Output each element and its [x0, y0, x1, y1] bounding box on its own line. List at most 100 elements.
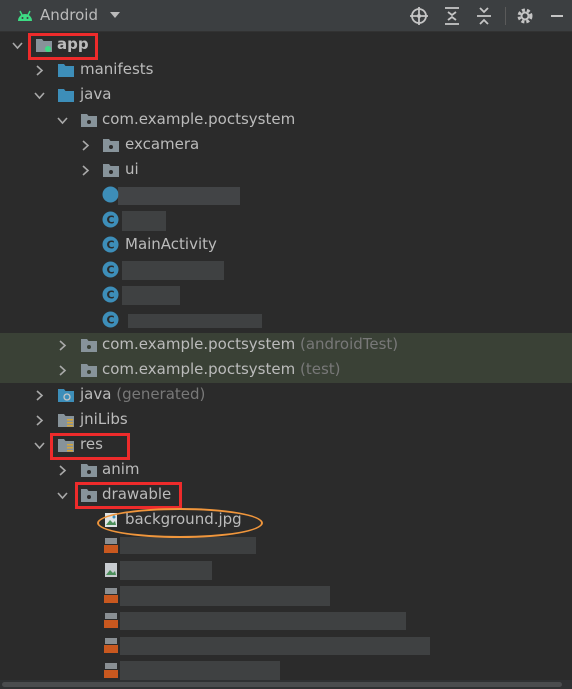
chevron-right-icon[interactable]: [57, 365, 68, 376]
annotation-box-drawable: [75, 482, 182, 509]
package-icon: [81, 114, 97, 127]
scrollbar-thumb[interactable]: [2, 682, 562, 687]
chevron-right-icon[interactable]: [34, 65, 45, 76]
tree-item-package-main[interactable]: com.example.poctsystem: [0, 108, 572, 133]
class-icon: C: [102, 236, 119, 253]
xml-file-icon: [104, 613, 118, 628]
tree-item-file-redacted[interactable]: [0, 533, 572, 558]
redacted-label: [120, 637, 430, 655]
toolbar-separator: [505, 7, 506, 25]
chevron-down-icon[interactable]: [57, 490, 68, 501]
tree-item-java[interactable]: java: [0, 83, 572, 108]
tree-item-file-redacted[interactable]: [0, 608, 572, 633]
tree-item-anim[interactable]: anim: [0, 458, 572, 483]
view-selector-label[interactable]: Android: [40, 6, 98, 24]
tree-item-label: MainActivity: [125, 235, 217, 253]
tree-item-background-jpg[interactable]: background.jpg: [0, 508, 572, 533]
tree-item-class-redacted[interactable]: [0, 183, 572, 208]
tree-item-class-redacted[interactable]: C: [0, 308, 572, 333]
tree-item-class-redacted[interactable]: C: [0, 258, 572, 283]
horizontal-scrollbar[interactable]: [0, 680, 572, 689]
folder-icon: [58, 89, 74, 102]
class-icon: C: [102, 286, 119, 303]
class-icon: C: [102, 311, 119, 328]
annotation-oval-background: [97, 508, 263, 538]
collapse-all-icon[interactable]: [474, 6, 494, 26]
tree-item-file-redacted[interactable]: [0, 558, 572, 583]
svg-text:C: C: [106, 239, 114, 252]
tree-item-label: excamera: [125, 135, 200, 153]
tree-item-label: com.example.poctsystem (test): [102, 360, 341, 378]
redacted-label: [120, 537, 256, 554]
tree-item-label: jniLibs: [80, 410, 128, 428]
tree-item-java-generated[interactable]: java (generated): [0, 383, 572, 408]
svg-text:C: C: [106, 264, 114, 277]
expand-all-icon[interactable]: [442, 6, 462, 26]
redacted-label: [128, 314, 262, 328]
tree-item-suffix: (androidTest): [299, 335, 399, 353]
chevron-right-icon[interactable]: [57, 340, 68, 351]
tree-item-suffix: (test): [299, 360, 341, 378]
redacted-label: [118, 187, 240, 205]
annotation-box-app: [28, 33, 98, 60]
redacted-label: [120, 661, 280, 680]
class-icon: C: [102, 211, 119, 228]
caret-down-icon[interactable]: [109, 9, 121, 21]
tree-item-label: ui: [125, 160, 139, 178]
tree-item-label: manifests: [80, 60, 154, 78]
tree-item-label: com.example.poctsystem: [102, 110, 296, 128]
gear-icon[interactable]: [515, 6, 535, 26]
chevron-down-icon[interactable]: [57, 115, 68, 126]
folder-icon: [58, 64, 74, 77]
redacted-label: [122, 211, 166, 231]
tree-item-label: com.example.poctsystem (androidTest): [102, 335, 399, 353]
tree-item-package-android-test[interactable]: com.example.poctsystem (androidTest): [0, 333, 572, 358]
tree-item-label: java: [80, 85, 112, 103]
chevron-right-icon[interactable]: [80, 165, 91, 176]
project-toolbar: Android: [0, 0, 572, 32]
redacted-label: [122, 261, 224, 280]
resource-folder-icon: [58, 414, 74, 427]
redacted-label: [120, 586, 330, 606]
tree-item-jnilibs[interactable]: jniLibs: [0, 408, 572, 433]
tree-item-ui[interactable]: ui: [0, 158, 572, 183]
chevron-right-icon[interactable]: [34, 390, 45, 401]
redacted-label: [120, 612, 406, 630]
class-icon: [102, 186, 119, 203]
tree-item-file-redacted[interactable]: [0, 583, 572, 608]
chevron-right-icon[interactable]: [57, 465, 68, 476]
xml-file-icon: [104, 588, 118, 603]
tree-item-suffix: (generated): [116, 385, 206, 403]
svg-text:C: C: [106, 214, 114, 227]
svg-text:C: C: [106, 289, 114, 302]
tree-item-package-test[interactable]: com.example.poctsystem (test): [0, 358, 572, 383]
chevron-down-icon[interactable]: [34, 440, 45, 451]
class-icon: C: [102, 261, 119, 278]
tree-item-excamera[interactable]: excamera: [0, 133, 572, 158]
tree-item-class-redacted[interactable]: C: [0, 283, 572, 308]
android-icon: [18, 10, 32, 21]
chevron-right-icon[interactable]: [80, 140, 91, 151]
tree-item-main-activity[interactable]: C MainActivity: [0, 233, 572, 258]
tree-item-label: anim: [102, 460, 140, 478]
package-icon: [81, 464, 97, 477]
svg-text:C: C: [106, 314, 114, 327]
package-icon: [81, 364, 97, 377]
tree-item-manifests[interactable]: manifests: [0, 58, 572, 83]
tree-item-file-redacted[interactable]: [0, 633, 572, 658]
image-file-icon: [105, 563, 117, 577]
project-tree: app manifests java com.example.poctsyste…: [0, 33, 572, 689]
minimize-icon[interactable]: [547, 6, 567, 26]
tree-item-label: java (generated): [80, 385, 206, 403]
tree-item-class-redacted[interactable]: C: [0, 208, 572, 233]
package-icon: [103, 139, 119, 152]
chevron-right-icon[interactable]: [34, 415, 45, 426]
package-icon: [103, 164, 119, 177]
redacted-label: [122, 286, 180, 305]
chevron-down-icon[interactable]: [34, 90, 45, 101]
annotation-box-res: [50, 433, 130, 460]
chevron-down-icon[interactable]: [12, 40, 23, 51]
locate-icon[interactable]: [409, 6, 429, 26]
xml-file-icon: [104, 638, 118, 653]
generated-folder-icon: [58, 389, 74, 402]
